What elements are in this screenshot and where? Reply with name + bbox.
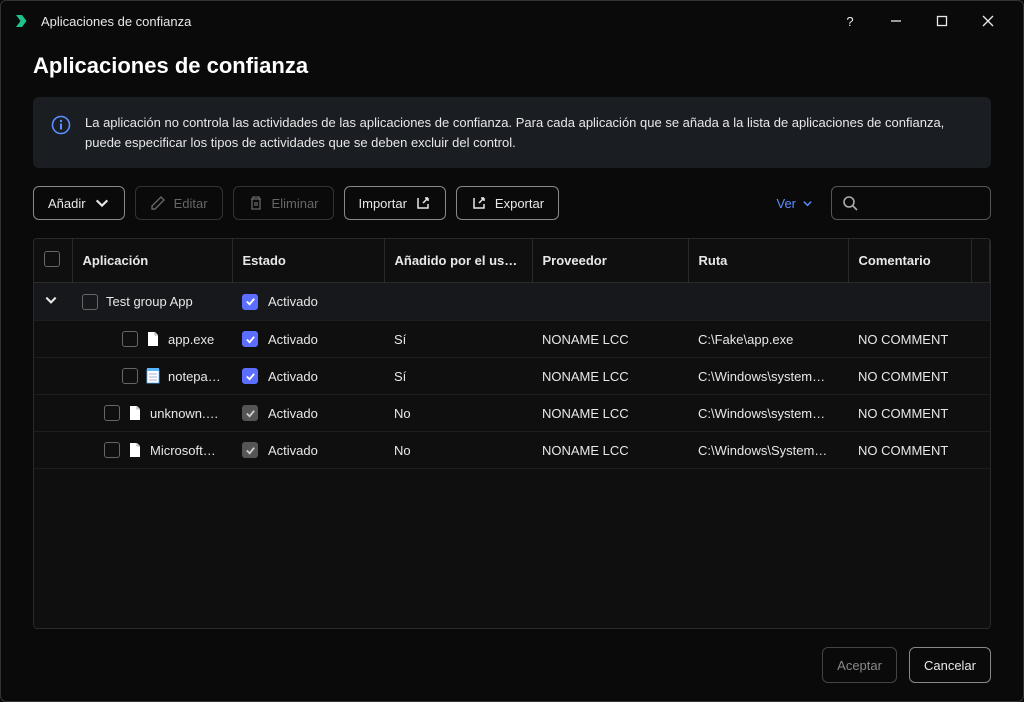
edit-button[interactable]: Editar bbox=[135, 186, 223, 220]
header-added[interactable]: Añadido por el us… bbox=[384, 239, 532, 283]
trash-icon bbox=[248, 195, 264, 211]
table-row[interactable]: Microsoft… Activado No NONAME LCC C:\Win… bbox=[34, 432, 990, 469]
state-value: Activado bbox=[268, 369, 318, 384]
delete-button[interactable]: Eliminar bbox=[233, 186, 334, 220]
app-name: unknown.… bbox=[150, 406, 219, 421]
accept-button[interactable]: Aceptar bbox=[822, 647, 897, 683]
chevron-down-icon[interactable] bbox=[44, 293, 58, 307]
vendor-value: NONAME LCC bbox=[532, 432, 688, 469]
help-button[interactable]: ? bbox=[827, 5, 873, 37]
checkbox-icon[interactable] bbox=[104, 442, 120, 458]
path-value: C:\Fake\app.exe bbox=[688, 321, 848, 358]
app-name: app.exe bbox=[168, 332, 214, 347]
cancel-button[interactable]: Cancelar bbox=[909, 647, 991, 683]
table: Aplicación Estado Añadido por el us… Pro… bbox=[33, 238, 991, 629]
state-value: Activado bbox=[268, 443, 318, 458]
add-label: Añadir bbox=[48, 196, 86, 211]
toolbar: Añadir Editar Eliminar Importar Exportar bbox=[33, 186, 991, 220]
path-value: C:\Windows\system… bbox=[688, 395, 848, 432]
state-value: Activado bbox=[268, 332, 318, 347]
pencil-icon bbox=[150, 195, 166, 211]
checkbox-icon[interactable] bbox=[82, 294, 98, 310]
path-value: C:\Windows\system… bbox=[688, 358, 848, 395]
close-button[interactable] bbox=[965, 5, 1011, 37]
view-link[interactable]: Ver bbox=[776, 196, 813, 211]
group-row[interactable]: Test group App Activado bbox=[34, 283, 990, 321]
export-label: Exportar bbox=[495, 196, 544, 211]
app-logo-icon bbox=[13, 12, 31, 30]
header-comment[interactable]: Comentario bbox=[848, 239, 972, 283]
status-checkbox-icon[interactable] bbox=[242, 442, 258, 458]
chevron-down-icon bbox=[94, 195, 110, 211]
search-icon bbox=[842, 195, 858, 211]
state-value: Activado bbox=[268, 406, 318, 421]
checkbox-icon[interactable] bbox=[104, 405, 120, 421]
search-box[interactable] bbox=[831, 186, 991, 220]
status-checkbox-icon[interactable] bbox=[242, 368, 258, 384]
comment-value: NO COMMENT bbox=[848, 432, 972, 469]
file-icon bbox=[146, 331, 160, 347]
header-app[interactable]: Aplicación bbox=[72, 239, 232, 283]
table-header-row: Aplicación Estado Añadido por el us… Pro… bbox=[34, 239, 990, 283]
status-checkbox-icon[interactable] bbox=[242, 331, 258, 347]
table-row[interactable]: app.exe Activado Sí NONAME LCC C:\Fake\a… bbox=[34, 321, 990, 358]
checkbox-icon[interactable] bbox=[44, 251, 60, 267]
footer: Aceptar Cancelar bbox=[1, 629, 1023, 701]
comment-value: NO COMMENT bbox=[848, 358, 972, 395]
export-icon bbox=[471, 195, 487, 211]
status-checkbox-icon[interactable] bbox=[242, 294, 258, 310]
vendor-value: NONAME LCC bbox=[532, 395, 688, 432]
window-title: Aplicaciones de confianza bbox=[41, 14, 827, 29]
path-value: C:\Windows\System… bbox=[688, 432, 848, 469]
comment-value: NO COMMENT bbox=[848, 321, 972, 358]
table-row[interactable]: notepa… Activado Sí NONAME LCC C:\Window… bbox=[34, 358, 990, 395]
export-button[interactable]: Exportar bbox=[456, 186, 559, 220]
vendor-value: NONAME LCC bbox=[532, 321, 688, 358]
added-value: Sí bbox=[384, 358, 532, 395]
header-path[interactable]: Ruta bbox=[688, 239, 848, 283]
search-input[interactable] bbox=[864, 196, 980, 211]
file-icon bbox=[128, 442, 142, 458]
header-spacer bbox=[972, 239, 990, 283]
file-icon bbox=[128, 405, 142, 421]
edit-label: Editar bbox=[174, 196, 208, 211]
import-button[interactable]: Importar bbox=[344, 186, 446, 220]
header-vendor[interactable]: Proveedor bbox=[532, 239, 688, 283]
delete-label: Eliminar bbox=[272, 196, 319, 211]
header-checkbox-cell[interactable] bbox=[34, 239, 72, 283]
cancel-label: Cancelar bbox=[924, 658, 976, 673]
header-state[interactable]: Estado bbox=[232, 239, 384, 283]
window: Aplicaciones de confianza ? Aplicaciones… bbox=[0, 0, 1024, 702]
notepad-icon bbox=[146, 368, 160, 384]
info-banner: La aplicación no controla las actividade… bbox=[33, 97, 991, 168]
checkbox-icon[interactable] bbox=[122, 368, 138, 384]
import-icon bbox=[415, 195, 431, 211]
added-value: Sí bbox=[384, 321, 532, 358]
table-row[interactable]: unknown.… Activado No NONAME LCC C:\Wind… bbox=[34, 395, 990, 432]
view-label: Ver bbox=[776, 196, 796, 211]
maximize-button[interactable] bbox=[919, 5, 965, 37]
added-value: No bbox=[384, 432, 532, 469]
added-value: No bbox=[384, 395, 532, 432]
info-icon bbox=[51, 115, 71, 135]
chevron-down-icon bbox=[802, 198, 813, 209]
group-state: Activado bbox=[268, 294, 318, 309]
accept-label: Aceptar bbox=[837, 658, 882, 673]
import-label: Importar bbox=[359, 196, 407, 211]
page-title: Aplicaciones de confianza bbox=[33, 53, 991, 79]
minimize-button[interactable] bbox=[873, 5, 919, 37]
app-name: notepa… bbox=[168, 369, 221, 384]
comment-value: NO COMMENT bbox=[848, 395, 972, 432]
app-name: Microsoft… bbox=[150, 443, 216, 458]
titlebar: Aplicaciones de confianza ? bbox=[1, 1, 1023, 41]
group-name: Test group App bbox=[106, 294, 193, 309]
checkbox-icon[interactable] bbox=[122, 331, 138, 347]
vendor-value: NONAME LCC bbox=[532, 358, 688, 395]
status-checkbox-icon[interactable] bbox=[242, 405, 258, 421]
info-text: La aplicación no controla las actividade… bbox=[85, 113, 973, 152]
add-button[interactable]: Añadir bbox=[33, 186, 125, 220]
